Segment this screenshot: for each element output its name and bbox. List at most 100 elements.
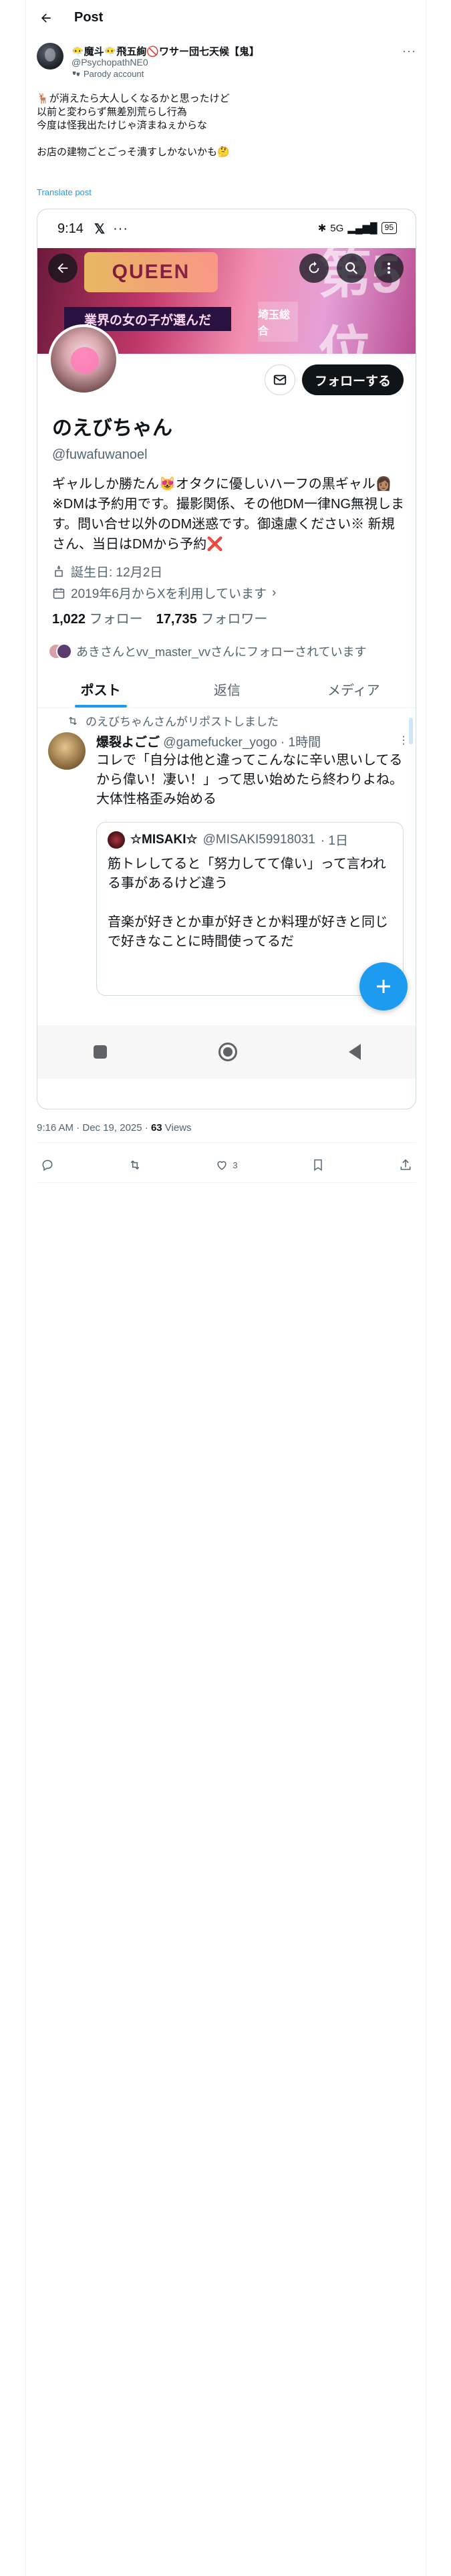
followers-count: 17,735: [156, 612, 197, 627]
avatar: [56, 643, 72, 659]
refresh-icon: [309, 261, 319, 274]
inner-tweet-header: 爆裂よごご @gamefucker_yogo · 1時間: [96, 732, 321, 750]
profile-more-button[interactable]: [374, 253, 404, 283]
author-display-name[interactable]: 😶‍🌫️魔斗😶‍🌫️飛五絢🚫ワサー団七天候【鬼】: [71, 44, 259, 58]
signal-icon: ▂▄▆█: [347, 223, 378, 234]
android-nav-bar: [37, 1025, 416, 1079]
tab-media[interactable]: メディア: [291, 671, 416, 708]
banner-title-plate: QUEEN: [84, 252, 218, 292]
quote-text: 筋トレしてると「努力してて偉い」って言われる事があるけど違う 音楽が好きとか車が…: [108, 857, 388, 949]
follow-button[interactable]: フォローする: [302, 364, 404, 395]
inner-tweet-handle: @gamefucker_yogo: [163, 736, 277, 750]
post-author: 😶‍🌫️魔斗😶‍🌫️飛五絢🚫ワサー団七天候【鬼】 @PsychopathNE0 …: [37, 41, 416, 79]
reply-button[interactable]: [41, 1154, 54, 1176]
followers-label: フォロワー: [200, 612, 268, 627]
share-button[interactable]: [399, 1154, 412, 1176]
followers-stat[interactable]: 17,735 フォロワー: [156, 608, 268, 627]
network-label: 5G: [330, 222, 344, 234]
back-icon[interactable]: [349, 1044, 361, 1060]
followed-by-text: あきさんとvv_master_vvさんにフォローされています: [76, 645, 367, 659]
parody-label-row: Parody account: [71, 69, 144, 79]
followed-by-row[interactable]: あきさんとvv_master_vvさんにフォローされています: [48, 643, 367, 660]
quote-header: ☆MISAKI☆ @MISAKI59918031 · 1日: [108, 831, 348, 849]
avatar: [108, 831, 125, 849]
inner-tweet-time: · 1時間: [280, 736, 321, 750]
status-x-icon: 𝕏: [94, 221, 106, 237]
top-header: Post: [26, 0, 427, 35]
search-button[interactable]: [337, 253, 366, 283]
birthday-icon: [55, 564, 63, 576]
compose-button[interactable]: [359, 962, 408, 1010]
back-arrow-icon: [57, 263, 68, 274]
parody-mask-icon: [72, 71, 80, 76]
divider: [37, 1142, 416, 1143]
status-right: ✱ 5G ▂▄▆█ 95: [318, 222, 397, 234]
tweet-text: 🦌が消えたら大人しくなるかと思ったけど 以前と変わらず無差別荒らし行為 今度は怪…: [37, 93, 230, 158]
author-handle[interactable]: @PsychopathNE0: [71, 57, 148, 68]
follow-counts: 1,022 フォロー 17,735 フォロワー: [52, 608, 267, 627]
quoted-tweet[interactable]: ☆MISAKI☆ @MISAKI59918031 · 1日 筋トレしてると「努力…: [96, 822, 404, 996]
action-bar: 3: [37, 1149, 416, 1181]
recents-icon[interactable]: [93, 1045, 107, 1059]
compose-plus-icon: [377, 980, 390, 993]
more-vertical-icon: [387, 262, 391, 274]
page-title: Post: [74, 10, 104, 25]
following-stat[interactable]: 1,022 フォロー: [52, 608, 143, 627]
bookmark-button[interactable]: [311, 1154, 325, 1176]
quote-time: · 1日: [320, 834, 348, 848]
avatar[interactable]: [48, 732, 86, 770]
reply-icon: [42, 1160, 53, 1171]
birthday-row: 誕生日: 12月2日: [52, 562, 162, 580]
status-dots: ···: [113, 221, 129, 236]
battery-level: 95: [381, 222, 397, 234]
translate-link[interactable]: Translate post: [37, 187, 92, 197]
quote-name: ☆MISAKI☆: [130, 833, 198, 847]
views-count: 63: [150, 1122, 162, 1134]
main-column: Post 😶‍🌫️魔斗😶‍🌫️飛五絢🚫ワサー団七天候【鬼】 @Psychopat…: [25, 0, 426, 2576]
profile-name: のえびちゃん: [52, 417, 172, 439]
message-button[interactable]: [265, 364, 295, 395]
avatar[interactable]: [37, 43, 63, 70]
like-button[interactable]: 3: [215, 1154, 238, 1176]
banner-title: QUEEN: [112, 261, 190, 283]
banner-back-button[interactable]: [48, 253, 78, 283]
follower-avatars: [48, 643, 72, 659]
more-icon[interactable]: ···: [402, 44, 416, 58]
timestamp-text[interactable]: 9:16 AM · Dec 19, 2025 ·: [37, 1122, 151, 1134]
banner-region: 埼玉総合: [258, 302, 298, 342]
share-icon: [400, 1159, 411, 1170]
status-time: 9:14: [57, 221, 84, 236]
tab-posts[interactable]: ポスト: [37, 671, 164, 708]
avatar-blur-sticker: [71, 347, 99, 374]
joined-row: 2019年6月からXを利用しています ›: [52, 584, 276, 602]
inner-tweet-name[interactable]: 爆裂よごご: [96, 736, 160, 750]
parody-label: Parody account: [84, 69, 144, 79]
like-icon: [217, 1161, 227, 1170]
inner-tweet-text: コレで「自分は他と違ってこんなに辛い思いしてるから偉い！凄い！」って思い始めたら…: [96, 753, 403, 807]
repost-note-text: のえびちゃんさんがリポストしました: [86, 716, 279, 728]
like-count: 3: [233, 1160, 238, 1170]
bookmark-icon: [314, 1159, 323, 1171]
following-label: フォロー: [89, 612, 143, 627]
calendar-icon: [53, 588, 65, 599]
profile-handle: @fuwafuwanoel: [52, 447, 148, 462]
birthday-text: 誕生日: 12月2日: [71, 566, 163, 580]
profile-bio: ギャルしか勝たん😻オタクに優しいハーフの黒ギャル👩🏽 ※DMは予約用です。撮影関…: [52, 477, 404, 552]
chevron-right-icon[interactable]: ›: [272, 586, 276, 601]
more-vertical-icon[interactable]: ⋮: [398, 734, 409, 747]
profile-avatar[interactable]: [48, 324, 119, 395]
attached-screenshot[interactable]: 9:14 𝕏 ··· ✱ 5G ▂▄▆█ 95 QUEEN 業界の女の子が選んだ…: [37, 209, 416, 1109]
back-button[interactable]: [33, 5, 59, 31]
post-timestamp: 9:16 AM · Dec 19, 2025 · 63 Views: [37, 1122, 192, 1134]
refresh-button[interactable]: [299, 253, 329, 283]
repost-button[interactable]: [128, 1154, 142, 1176]
repost-icon: [130, 1160, 140, 1170]
scroll-indicator[interactable]: [409, 718, 413, 744]
divider: [37, 1182, 416, 1183]
home-icon[interactable]: [218, 1043, 237, 1061]
following-count: 1,022: [52, 612, 86, 627]
profile-tabs: ポスト 返信 メディア: [37, 671, 416, 708]
bluetooth-icon: ✱: [317, 223, 327, 234]
tab-replies[interactable]: 返信: [164, 671, 290, 708]
repost-note: のえびちゃんさんがリポストしました: [67, 712, 279, 729]
